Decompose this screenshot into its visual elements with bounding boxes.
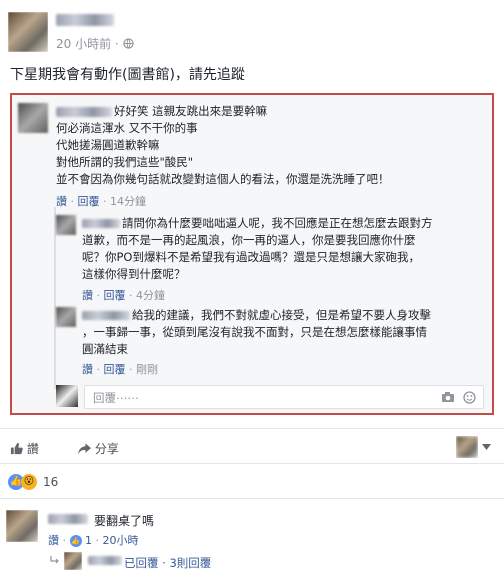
reply-avatar <box>56 215 76 235</box>
divider <box>0 498 504 499</box>
reply-arrow-icon <box>50 556 59 564</box>
comment-actions: 讚 · 回覆 · 4分鐘 <box>82 289 165 302</box>
divider <box>0 463 504 464</box>
comment-line: 何必淌這渾水 又不干你的事 <box>56 121 198 135</box>
comment-line: 並不會因為你幾句話就改變對這個人的看法，你還是洗洗睡了吧！ <box>56 172 390 186</box>
reply-placeholder: 回覆⋯⋯ <box>93 391 139 405</box>
comment-line: 這樣你得到什麼呢？ <box>82 267 186 281</box>
comment-text: 要翻桌了嗎 <box>94 514 155 528</box>
comment-actions: 讚 · 回覆 · 14分鐘 <box>56 195 146 208</box>
share-button[interactable]: 分享 <box>78 440 119 457</box>
replier-name-redacted <box>82 311 130 320</box>
author-name-redacted[interactable] <box>56 14 114 26</box>
comment-line: 道歉，而不是一再的起風浪，你一再的逼人，你是要我回應你什麼 <box>82 233 416 247</box>
comment-timestamp[interactable]: 20小時 <box>103 534 139 547</box>
reaction-count: 16 <box>43 475 59 489</box>
reply-box-avatar <box>56 385 78 407</box>
like-button[interactable]: 讚 <box>10 440 39 457</box>
post-timestamp[interactable]: 20 小時前 · <box>56 35 134 52</box>
comment-like-count[interactable]: 1 <box>85 534 92 547</box>
comment-line: 圓滿結束 <box>82 342 128 356</box>
commenter-name-redacted <box>56 107 112 117</box>
replier-name-redacted <box>88 556 122 565</box>
comment-line: 給我的建議，我們不對就虛心接受，但是希望不要人身攻擊 <box>132 308 431 322</box>
reply-avatar <box>64 552 82 570</box>
post-text: 下星期我會有動作(圖書館)，請先追蹤 <box>10 67 245 83</box>
share-arrow-icon <box>78 443 91 455</box>
comment-actions: 讚 · 回覆 · 剛剛 <box>82 363 158 376</box>
like-reaction-icon: 👍 <box>69 535 82 547</box>
commenter-avatar[interactable] <box>6 510 38 542</box>
author-avatar[interactable] <box>8 12 48 52</box>
reactions-summary[interactable]: 👍 😮 16 <box>8 474 58 490</box>
commenter-name-redacted[interactable] <box>48 514 88 524</box>
reply-input[interactable]: 回覆⋯⋯ <box>84 385 484 409</box>
comment-line: 對他所謂的我們這些"酸民" <box>56 155 194 169</box>
comment-line: 請問你為什麼要咄咄逼人呢，我不回應是正在想怎麼去跟對方 <box>122 216 433 230</box>
thumbs-up-icon <box>10 442 23 455</box>
camera-icon[interactable] <box>441 391 455 403</box>
reply-avatar <box>56 307 76 327</box>
embedded-screenshot[interactable]: 好好笑 這親友跳出來是要幹嘛 何必淌這渾水 又不干你的事 代她搓湯圓道歉幹嘛 對… <box>10 93 494 415</box>
comment-avatar <box>18 103 48 133</box>
wow-reaction-icon: 😮 <box>21 474 37 490</box>
comment-line: 好好笑 這親友跳出來是要幹嘛 <box>114 104 268 118</box>
comment-line: ，一事歸一事，從頭到尾沒有說我不面對，只是在想怎麼樣能讓事情 <box>82 325 427 339</box>
comment-line: 代她搓湯圓道歉幹嘛 <box>56 138 160 152</box>
comment-like-link[interactable]: 讚 <box>48 534 59 547</box>
divider <box>0 428 504 429</box>
globe-icon <box>122 38 134 49</box>
comment-line: 呢？你PO到爆料不是希望我有過改過嗎？還是只是想讓大家砲我， <box>82 250 420 264</box>
view-replies-link[interactable]: 已回覆 · 3則回覆 <box>124 555 211 571</box>
share-as-avatar[interactable] <box>456 436 478 458</box>
chevron-down-icon[interactable] <box>482 444 491 450</box>
comment-actions: 讚 · 👍 1 · 20小時 <box>48 534 139 547</box>
replier-name-redacted <box>82 219 120 228</box>
emoji-icon[interactable] <box>463 391 476 404</box>
